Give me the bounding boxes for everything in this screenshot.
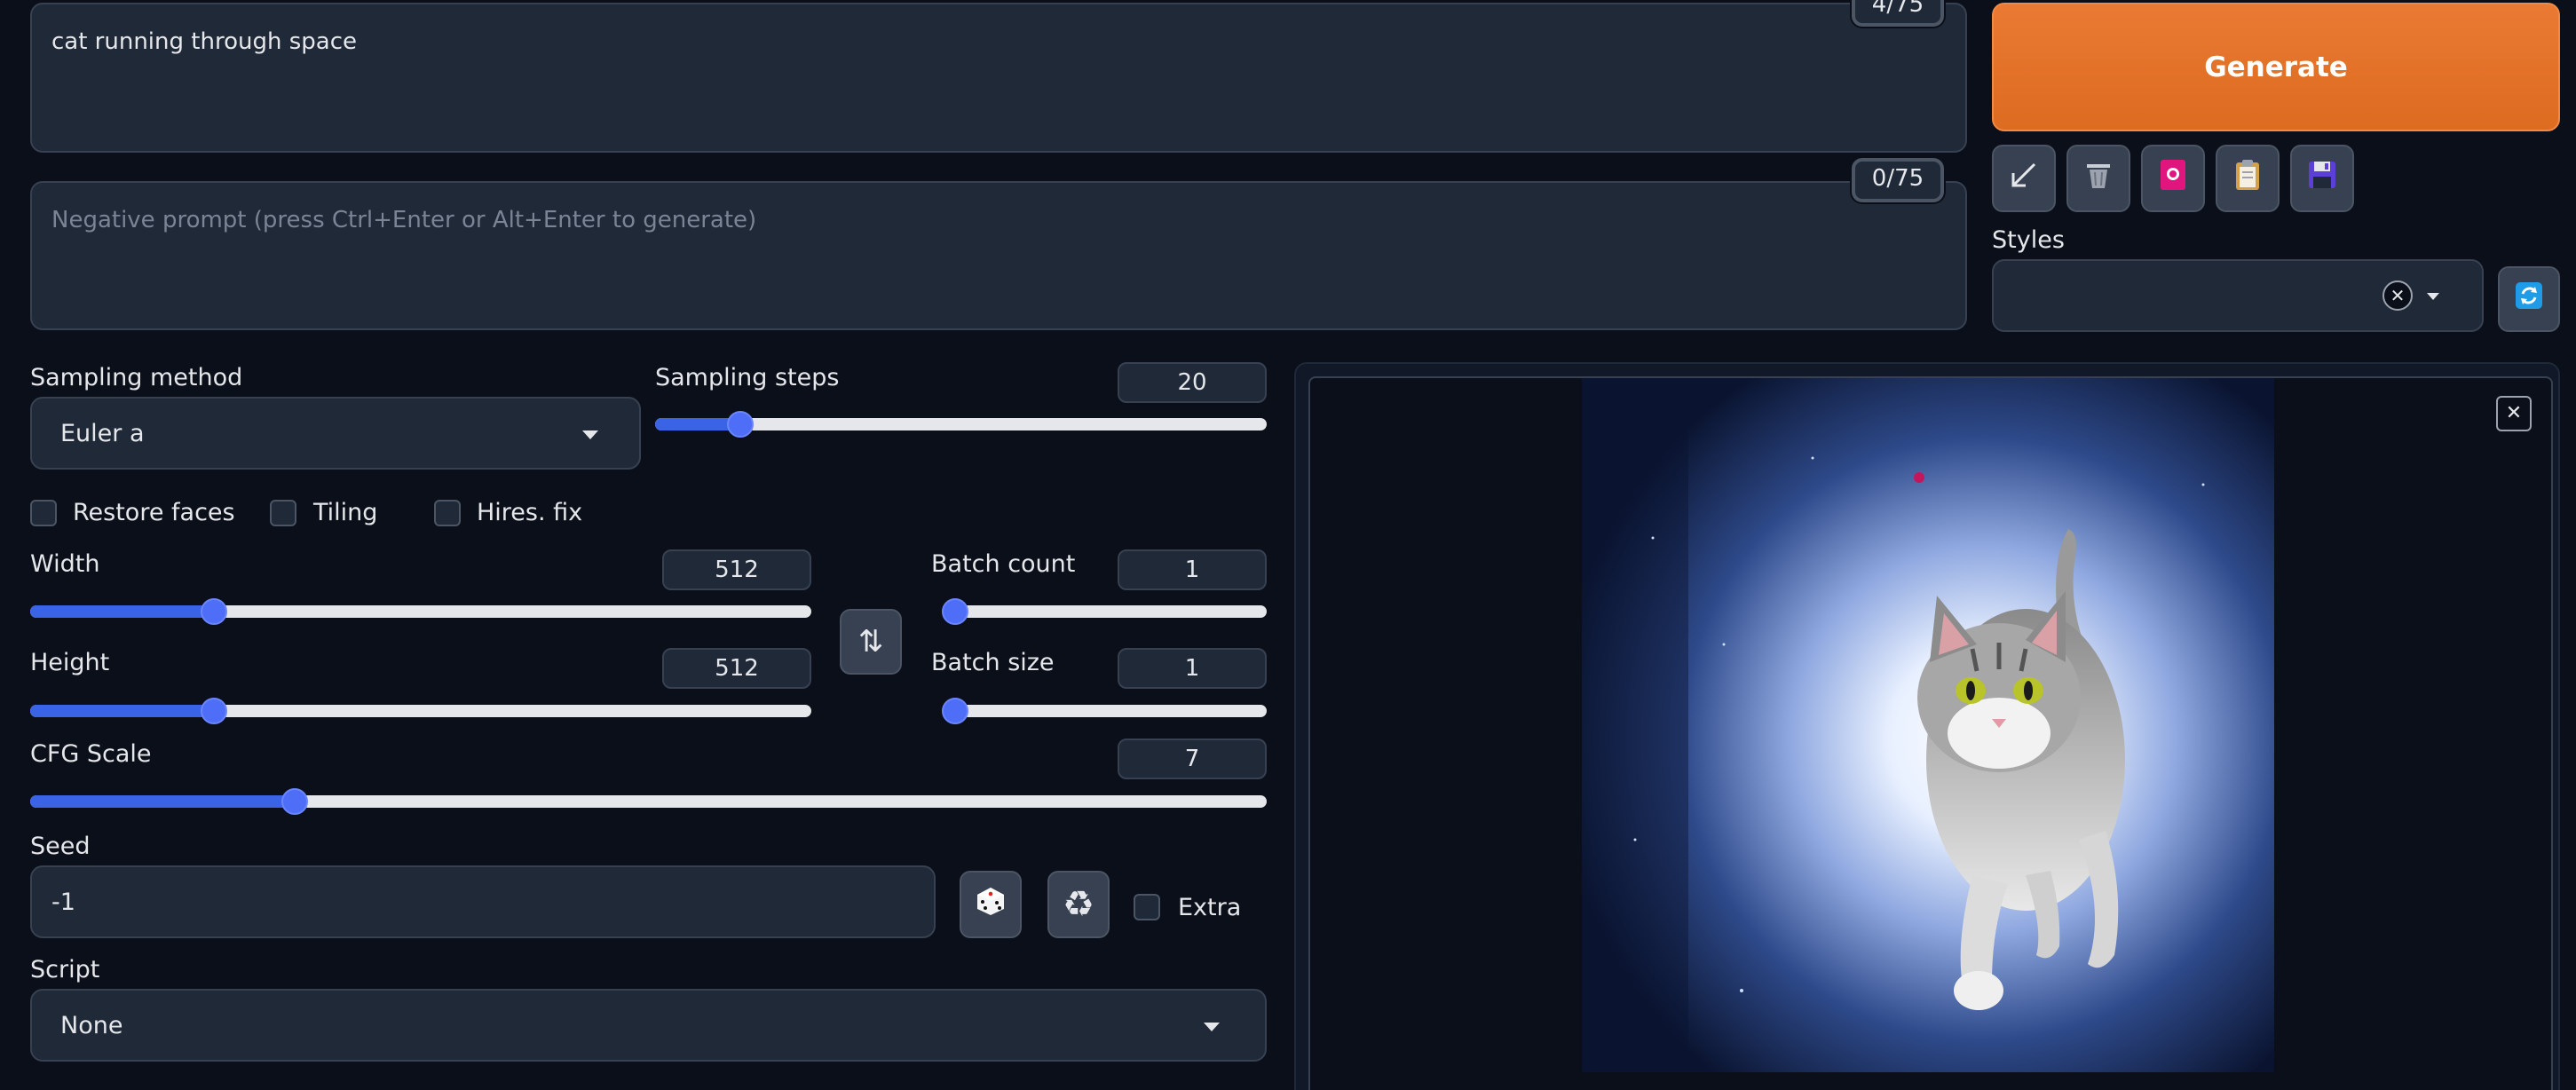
negative-prompt-token-counter: 0/75 <box>1852 158 1944 202</box>
slider-thumb[interactable] <box>942 698 968 724</box>
read-parameters-button[interactable] <box>1992 145 2056 212</box>
random-seed-button[interactable] <box>960 871 1022 938</box>
hires-fix-label: Hires. fix <box>477 499 583 526</box>
cfg-scale-input[interactable]: 7 <box>1118 739 1267 779</box>
negative-prompt-input[interactable]: Negative prompt (press Ctrl+Enter or Alt… <box>30 181 1967 330</box>
width-input[interactable]: 512 <box>662 549 811 590</box>
batch-size-slider[interactable] <box>942 698 1267 724</box>
extra-seed-checkbox[interactable] <box>1134 894 1160 920</box>
slider-track[interactable] <box>30 795 1267 808</box>
styles-label: Styles <box>1992 226 2065 254</box>
chevron-down-icon <box>582 430 598 439</box>
chevron-down-icon <box>2427 293 2439 300</box>
extra-networks-button[interactable] <box>2141 145 2205 212</box>
paste-button[interactable] <box>2216 145 2280 212</box>
width-label: Width <box>30 550 100 578</box>
dice-icon <box>975 885 1007 925</box>
model-card-icon <box>2158 158 2188 200</box>
clipboard-icon <box>2233 158 2262 200</box>
height-input[interactable]: 512 <box>662 648 811 689</box>
seed-value: -1 <box>51 888 75 916</box>
sampling-method-value: Euler a <box>60 419 145 447</box>
tiling-checkbox[interactable] <box>270 500 296 526</box>
negative-prompt-placeholder: Negative prompt (press Ctrl+Enter or Alt… <box>51 207 757 233</box>
batch-count-input[interactable]: 1 <box>1118 549 1267 590</box>
cfg-scale-slider[interactable] <box>30 788 1267 815</box>
batch-size-label: Batch size <box>931 649 1055 676</box>
width-slider[interactable] <box>30 598 811 625</box>
slider-thumb[interactable] <box>281 788 309 815</box>
height-slider[interactable] <box>30 698 811 724</box>
batch-size-input[interactable]: 1 <box>1118 648 1267 689</box>
save-style-button[interactable] <box>2290 145 2354 212</box>
chevron-down-icon <box>1204 1023 1220 1031</box>
swap-dimensions-button[interactable]: ⇅ <box>840 609 902 675</box>
clear-prompt-button[interactable] <box>2066 145 2130 212</box>
sampling-steps-slider[interactable] <box>655 411 1267 438</box>
save-icon <box>2307 160 2337 198</box>
prompt-text: cat running through space <box>51 28 357 55</box>
output-gallery: ✕ <box>1308 376 2553 1090</box>
slider-fill <box>30 605 214 618</box>
script-value: None <box>60 1011 123 1039</box>
arrow-icon <box>2008 159 2040 199</box>
height-label: Height <box>30 649 110 676</box>
refresh-styles-button[interactable] <box>2498 266 2560 332</box>
close-image-button[interactable]: ✕ <box>2496 396 2532 431</box>
reuse-seed-button[interactable]: ♻ <box>1047 871 1110 938</box>
slider-thumb[interactable] <box>942 598 968 625</box>
generate-button[interactable]: Generate <box>1992 3 2560 131</box>
script-label: Script <box>30 956 100 983</box>
script-dropdown[interactable]: None <box>30 989 1267 1062</box>
clear-styles-button[interactable]: ✕ <box>2382 280 2413 311</box>
restore-faces-checkbox[interactable] <box>30 500 57 526</box>
slider-track[interactable] <box>944 605 1267 618</box>
slider-fill <box>30 795 296 808</box>
slider-track[interactable] <box>30 705 811 717</box>
sampling-method-label: Sampling method <box>30 364 243 391</box>
prompt-input[interactable]: cat running through space <box>30 3 1967 153</box>
slider-track[interactable] <box>944 705 1267 717</box>
batch-count-slider[interactable] <box>942 598 1267 625</box>
batch-count-label: Batch count <box>931 550 1076 578</box>
slider-fill <box>30 705 214 717</box>
cfg-scale-label: CFG Scale <box>30 740 152 768</box>
tiling-label: Tiling <box>313 499 378 526</box>
slider-thumb[interactable] <box>200 698 227 724</box>
sampling-method-dropdown[interactable]: Euler a <box>30 397 641 470</box>
sampling-steps-label: Sampling steps <box>655 364 840 391</box>
swap-icon: ⇅ <box>857 624 884 660</box>
seed-input[interactable]: -1 <box>30 865 936 938</box>
styles-dropdown[interactable]: ✕ <box>1992 259 2484 332</box>
seed-label: Seed <box>30 833 91 860</box>
hires-fix-checkbox[interactable] <box>434 500 461 526</box>
refresh-icon <box>2515 281 2543 318</box>
generated-image[interactable] <box>1582 378 2274 1072</box>
restore-faces-label: Restore faces <box>73 499 235 526</box>
slider-thumb[interactable] <box>200 598 227 625</box>
close-icon: ✕ <box>2390 285 2406 306</box>
slider-track[interactable] <box>30 605 811 618</box>
close-icon: ✕ <box>2505 402 2523 424</box>
extra-seed-label: Extra <box>1178 894 1242 921</box>
sampling-steps-input[interactable]: 20 <box>1118 362 1267 403</box>
prompt-token-counter: 4/75 <box>1852 0 1944 27</box>
trash-icon <box>2083 159 2114 199</box>
slider-thumb[interactable] <box>727 411 755 438</box>
recycle-icon: ♻ <box>1063 884 1094 925</box>
